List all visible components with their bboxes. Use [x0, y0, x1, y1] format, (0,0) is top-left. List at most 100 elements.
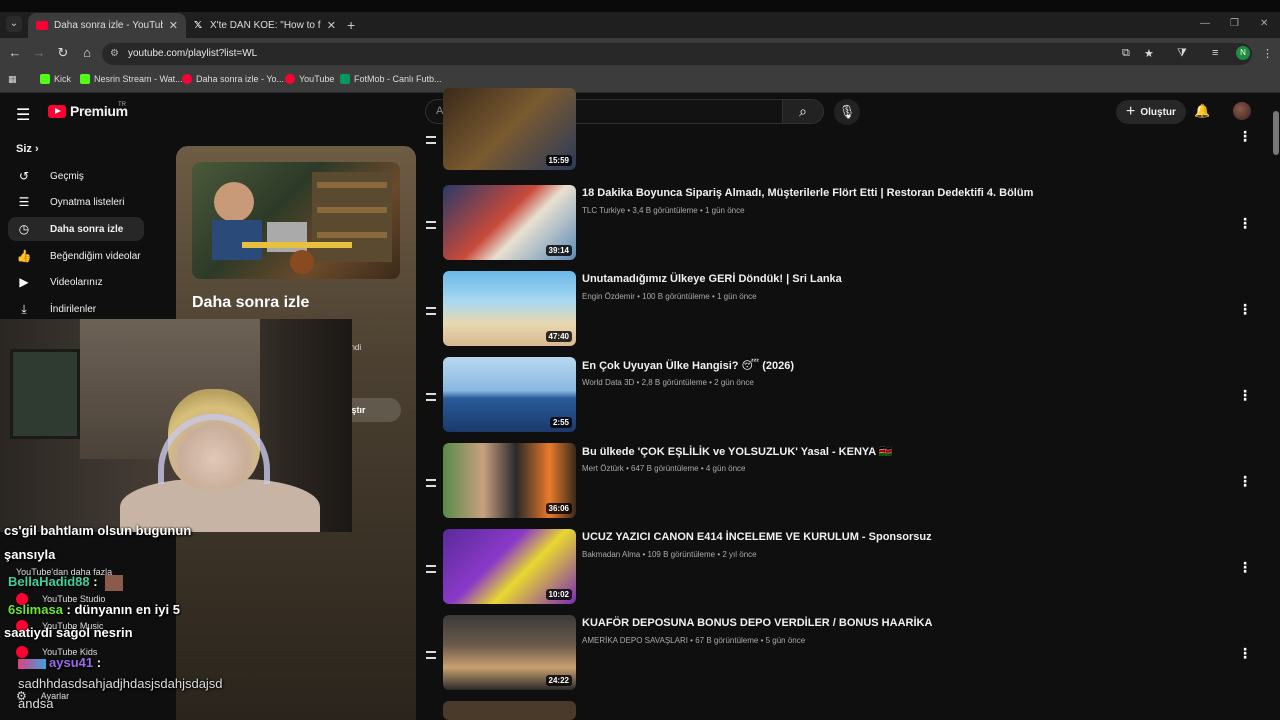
chat-line: cs'gil bahtlaım olsun bugunun	[4, 523, 191, 538]
playlist-thumbnail[interactable]	[192, 162, 400, 279]
youtube-favicon-icon	[36, 21, 48, 30]
playlist-row[interactable]	[420, 701, 1270, 720]
video-meta: World Data 3D • 2,8 B görüntüleme • 2 gü…	[582, 378, 754, 387]
video-thumbnail[interactable]: 47:40	[443, 271, 576, 346]
playlist-row[interactable]: 36:06 Bu ülkede 'ÇOK EŞLİLİK ve YOLSUZLU…	[420, 443, 1270, 523]
playlist-icon: ☰	[18, 195, 30, 209]
reload-icon[interactable]: ↻	[54, 45, 72, 61]
playlist-row[interactable]: 47:40 Unutamadığımız Ülkeye GERİ Döndük!…	[420, 271, 1270, 351]
address-bar[interactable]: ⚙ youtube.com/playlist?list=WL	[102, 43, 1252, 65]
sidebar-item-watch-later[interactable]: ◷ Daha sonra izle	[8, 217, 144, 241]
video-duration: 36:06	[545, 503, 572, 514]
video-title[interactable]: Bu ülkede 'ÇOK EŞLİLİK ve YOLSUZLUK' Yas…	[582, 445, 893, 458]
x-favicon-icon: 𝕏	[194, 20, 203, 31]
notifications-bell-icon[interactable]: 🔔	[1194, 103, 1210, 119]
close-tab-icon[interactable]: ✕	[327, 19, 336, 32]
youtube-play-icon	[48, 104, 66, 118]
media-controls-icon[interactable]: ≡	[1212, 47, 1218, 59]
video-icon: ▶	[19, 275, 29, 289]
home-icon[interactable]: ⌂	[78, 45, 96, 60]
sidebar-item-label: Oynatma listeleri	[50, 196, 125, 208]
sidebar-item-your-videos[interactable]: ▶ Videolarınız	[8, 270, 144, 294]
sidebar-item-downloads[interactable]: ⤓ İndirilenler	[8, 297, 144, 321]
scrollbar-thumb[interactable]	[1273, 111, 1279, 155]
drag-handle-icon[interactable]	[426, 393, 436, 401]
forward-icon[interactable]: →	[30, 45, 48, 60]
bookmark-fotmob[interactable]: FotMob - Canlı Futb...	[340, 74, 442, 84]
more-options-icon[interactable]: ⋮	[1238, 645, 1252, 662]
youtube-logo[interactable]: Premium TR	[48, 102, 128, 119]
bookmark-label: Daha sonra izle - Yo...	[196, 74, 285, 84]
playlist-row[interactable]: 24:22 KUAFÖR DEPOSUNA BONUS DEPO VERDİLE…	[420, 615, 1270, 695]
more-options-icon[interactable]: ⋮	[1238, 128, 1252, 145]
video-title[interactable]: KUAFÖR DEPOSUNA BONUS DEPO VERDİLER / BO…	[582, 617, 932, 629]
page-scrollbar[interactable]	[1272, 93, 1280, 720]
more-options-icon[interactable]: ⋮	[1238, 559, 1252, 576]
extensions-icon[interactable]: ⧩	[1177, 47, 1187, 60]
video-thumbnail[interactable]: 36:06	[443, 443, 576, 518]
bookmark-kick[interactable]: Kick	[40, 74, 71, 84]
more-options-icon[interactable]: ⋮	[1238, 387, 1252, 404]
playlist-row[interactable]: 39:14 18 Dakika Boyunca Sipariş Almadı, …	[420, 185, 1270, 265]
close-tab-icon[interactable]: ✕	[169, 19, 178, 32]
download-icon: ⤓	[21, 301, 27, 316]
close-window-icon[interactable]: ✕	[1260, 18, 1268, 29]
drag-handle-icon[interactable]	[426, 479, 436, 487]
video-title[interactable]: En Çok Uyuyan Ülke Hangisi? 😴 (2026)	[582, 359, 794, 372]
sidebar-item-playlists[interactable]: ☰ Oynatma listeleri	[8, 190, 144, 214]
video-thumbnail[interactable]: 2:55	[443, 357, 576, 432]
video-thumbnail[interactable]: 10:02	[443, 529, 576, 604]
video-thumbnail[interactable]: 39:14	[443, 185, 576, 260]
chat-nick: aysu41	[49, 655, 94, 670]
back-icon[interactable]: ←	[6, 45, 24, 60]
site-info-icon[interactable]: ⚙	[110, 43, 119, 65]
tab-search-icon[interactable]: ⌄	[6, 16, 22, 32]
video-thumbnail[interactable]	[443, 701, 576, 720]
tab-youtube[interactable]: Daha sonra izle - YouTube ✕	[28, 13, 186, 38]
new-tab-icon[interactable]: +	[347, 17, 355, 33]
video-thumbnail[interactable]: 15:59	[443, 88, 576, 170]
chat-text: şansıyla	[4, 547, 56, 562]
chat-text: saatiydi sağol nesrin	[4, 625, 133, 640]
drag-handle-icon[interactable]	[426, 136, 436, 144]
video-thumbnail[interactable]: 24:22	[443, 615, 576, 690]
webcam-overlay	[0, 319, 352, 532]
drag-handle-icon[interactable]	[426, 565, 436, 573]
more-options-icon[interactable]: ⋮	[1238, 473, 1252, 490]
video-title[interactable]: 18 Dakika Boyunca Sipariş Almadı, Müşter…	[582, 187, 1033, 199]
playlist-row[interactable]: 15:59 ⋮	[420, 88, 1270, 176]
bookmark-star-icon[interactable]: ★	[1144, 47, 1154, 60]
bookmark-watch-later[interactable]: Daha sonra izle - Yo...	[182, 74, 284, 84]
browser-menu-icon[interactable]: ⋮	[1262, 47, 1273, 60]
playlist-row[interactable]: 10:02 UCUZ YAZICI CANON E414 İNCELEME VE…	[420, 529, 1270, 609]
tab-strip-top	[0, 0, 1280, 12]
create-button[interactable]: + Oluştur	[1116, 100, 1186, 124]
sidebar-item-liked[interactable]: 👍 Beğendiğim videolar	[8, 244, 144, 268]
bookmark-nesrin[interactable]: Nesrin Stream - Wat...	[80, 74, 183, 84]
drag-handle-icon[interactable]	[426, 307, 436, 315]
sidebar-item-history[interactable]: ↺ Geçmiş	[8, 164, 144, 188]
account-avatar[interactable]	[1233, 102, 1251, 120]
drag-handle-icon[interactable]	[426, 651, 436, 659]
microphone-icon[interactable]: 🎙	[834, 99, 860, 125]
search-icon[interactable]: ⌕	[782, 99, 824, 124]
install-app-icon[interactable]: ⧉	[1122, 47, 1130, 60]
drag-handle-icon[interactable]	[426, 221, 436, 229]
maximize-icon[interactable]: ❐	[1230, 18, 1239, 29]
bookmark-youtube[interactable]: YouTube	[285, 74, 334, 84]
more-options-icon[interactable]: ⋮	[1238, 301, 1252, 318]
video-title[interactable]: UCUZ YAZICI CANON E414 İNCELEME VE KURUL…	[582, 531, 932, 543]
menu-icon[interactable]: ☰	[16, 105, 30, 125]
sidebar-section-you[interactable]: Siz ›	[16, 143, 39, 155]
video-meta: Bakmadan Alma • 109 B görüntüleme • 2 yı…	[582, 550, 757, 559]
video-title[interactable]: Unutamadığımız Ülkeye GERİ Döndük! | Sri…	[582, 273, 842, 285]
profile-avatar[interactable]: N	[1236, 46, 1250, 60]
apps-icon[interactable]: ▦	[8, 74, 17, 85]
more-options-icon[interactable]: ⋮	[1238, 215, 1252, 232]
url-text: youtube.com/playlist?list=WL	[128, 48, 258, 59]
badge-icon	[18, 658, 46, 669]
minimize-icon[interactable]: —	[1200, 18, 1210, 29]
tab-x[interactable]: 𝕏 X'te DAN KOE: "How to fix your ✕	[186, 13, 344, 38]
chat-line: andsa	[18, 696, 53, 711]
playlist-row[interactable]: 2:55 En Çok Uyuyan Ülke Hangisi? 😴 (2026…	[420, 357, 1270, 437]
